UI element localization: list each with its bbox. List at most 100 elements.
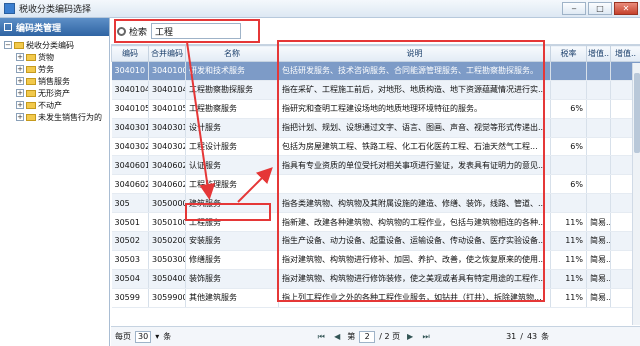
tree-node-label: 未发生销售行为的 — [38, 112, 102, 122]
cell-tax-rate: 11% — [550, 250, 587, 270]
cell-merge-code: 3050200... — [148, 231, 186, 251]
expand-icon[interactable]: + — [16, 65, 24, 73]
tree-node-labor[interactable]: + 劳务 — [4, 63, 109, 75]
page-total: / 2 页 — [379, 332, 401, 341]
cell-tax-rate: 11% — [550, 231, 587, 251]
folder-icon — [26, 53, 36, 61]
cell-merge-code: 3050300... — [148, 250, 186, 270]
folder-icon — [26, 113, 36, 121]
col-merge-code[interactable]: 合并编码 — [148, 45, 186, 62]
cell-tax-rate: 6% — [550, 174, 587, 195]
folder-icon — [26, 77, 36, 85]
col-vat-2[interactable]: 增值.. — [610, 45, 640, 62]
per-page-unit: 条 — [163, 332, 172, 341]
cell-name: 安装服务 — [185, 231, 279, 251]
cell-code: 3040104 — [111, 80, 149, 100]
minimize-icon[interactable]: ‒ — [562, 2, 586, 15]
tree-node-sales-service[interactable]: + 销售服务 — [4, 75, 109, 87]
highlight-search — [114, 19, 260, 43]
cell-name: 研发和技术服务 — [185, 61, 279, 81]
chevron-down-icon[interactable]: ▾ — [155, 332, 159, 341]
cell-tax-rate: 6% — [550, 99, 587, 119]
next-page-icon[interactable]: ▶ — [404, 331, 416, 343]
cell-merge-code: 3040302... — [148, 137, 186, 157]
cell-code: 3040302 — [111, 137, 149, 157]
col-name[interactable]: 名称 — [185, 45, 279, 62]
col-code[interactable]: 编码 — [111, 45, 149, 62]
cell-vat-1 — [586, 61, 611, 81]
panel-header: 编码类管理 — [0, 18, 109, 36]
app-icon — [4, 3, 15, 14]
cell-code: 3040602 — [111, 174, 149, 195]
close-icon[interactable]: ✕ — [614, 2, 638, 15]
cell-tax-rate — [550, 61, 587, 81]
range-separator: / — [520, 332, 523, 341]
window-controls: ‒ □ ✕ — [562, 2, 638, 15]
folder-icon — [26, 101, 36, 109]
tree-node-intangible[interactable]: + 无形资产 — [4, 87, 109, 99]
per-page-label: 每页 — [115, 332, 131, 341]
expand-icon[interactable]: + — [16, 89, 24, 97]
cell-tax-rate — [550, 155, 587, 176]
title-bar: 税收分类编码选择 ‒ □ ✕ — [0, 0, 640, 18]
cell-code: 30504 — [111, 269, 149, 289]
tree-node-label: 货物 — [38, 52, 54, 62]
cell-vat-1: 简易.. — [586, 250, 611, 270]
collapse-icon[interactable]: − — [4, 41, 12, 49]
cell-merge-code: 3040602... — [148, 174, 186, 195]
last-page-icon[interactable]: ⏭ — [420, 331, 432, 343]
tree-node-label: 不动产 — [38, 100, 62, 110]
cell-code: 3040105 — [111, 99, 149, 119]
tree-root[interactable]: − 税收分类编码 — [4, 39, 109, 51]
panel-header-label: 编码类管理 — [16, 23, 62, 34]
folder-icon — [14, 41, 24, 49]
cell-code: 30502 — [111, 231, 149, 251]
cell-tax-rate: 11% — [550, 269, 587, 289]
col-tax-rate[interactable]: 税率 — [550, 45, 587, 62]
first-page-icon[interactable]: ⏮ — [315, 331, 327, 343]
tree-node-no-sales[interactable]: + 未发生销售行为的 — [4, 111, 109, 123]
panel-header-icon — [4, 23, 12, 31]
cell-tax-rate: 11% — [550, 288, 587, 308]
cell-tax-rate — [550, 80, 587, 100]
cell-name: 工程勘察勘探服务 — [185, 80, 279, 100]
expand-icon[interactable]: + — [16, 101, 24, 109]
category-tree: − 税收分类编码 + 货物 + 劳务 + 销售服务 + 无形资产 + 不动产 + 未发生销售… — [0, 36, 109, 123]
tree-node-label: 销售服务 — [38, 76, 70, 86]
pager: 每页 30 ▾ 条 ⏮ ◀ 第 2 / 2 页 ▶ ⏭ 31 / 43 条 — [111, 326, 640, 346]
highlight-name — [185, 203, 271, 221]
maximize-icon[interactable]: □ — [588, 2, 612, 15]
cell-name: 修缮服务 — [185, 250, 279, 270]
cell-name: 装饰服务 — [185, 269, 279, 289]
expand-icon[interactable]: + — [16, 53, 24, 61]
cell-code: 30503 — [111, 250, 149, 270]
cell-vat-1: 简易.. — [586, 288, 611, 308]
cell-merge-code: 3040602... — [148, 155, 186, 176]
page-label: 第 — [347, 332, 356, 341]
cell-name: 工程勘察服务 — [185, 99, 279, 119]
tree-node-real-estate[interactable]: + 不动产 — [4, 99, 109, 111]
cell-vat-1 — [586, 118, 611, 138]
expand-icon[interactable]: + — [16, 113, 24, 121]
cell-vat-1 — [586, 80, 611, 100]
cell-name: 工程监理服务 — [185, 174, 279, 195]
cell-tax-rate: 11% — [550, 212, 587, 233]
tree-node-label: 劳务 — [38, 64, 54, 74]
scroll-thumb[interactable] — [634, 73, 640, 153]
page-input[interactable]: 2 — [359, 330, 376, 343]
per-page-select[interactable]: 30 — [135, 330, 152, 343]
tree-node-goods[interactable]: + 货物 — [4, 51, 109, 63]
window-title: 税收分类编码选择 — [19, 5, 92, 15]
vertical-scrollbar[interactable] — [632, 63, 640, 325]
prev-page-icon[interactable]: ◀ — [331, 331, 343, 343]
cell-merge-code: 3050400... — [148, 269, 186, 289]
cell-code: 304010 — [111, 61, 149, 81]
expand-icon[interactable]: + — [16, 77, 24, 85]
cell-vat-1: 简易.. — [586, 231, 611, 251]
cell-merge-code: 3050000... — [148, 193, 186, 214]
col-vat-1[interactable]: 增值.. — [586, 45, 611, 62]
cell-tax-rate — [550, 118, 587, 138]
cell-code: 30501 — [111, 212, 149, 233]
folder-icon — [26, 89, 36, 97]
cell-merge-code: 3050100... — [148, 212, 186, 233]
